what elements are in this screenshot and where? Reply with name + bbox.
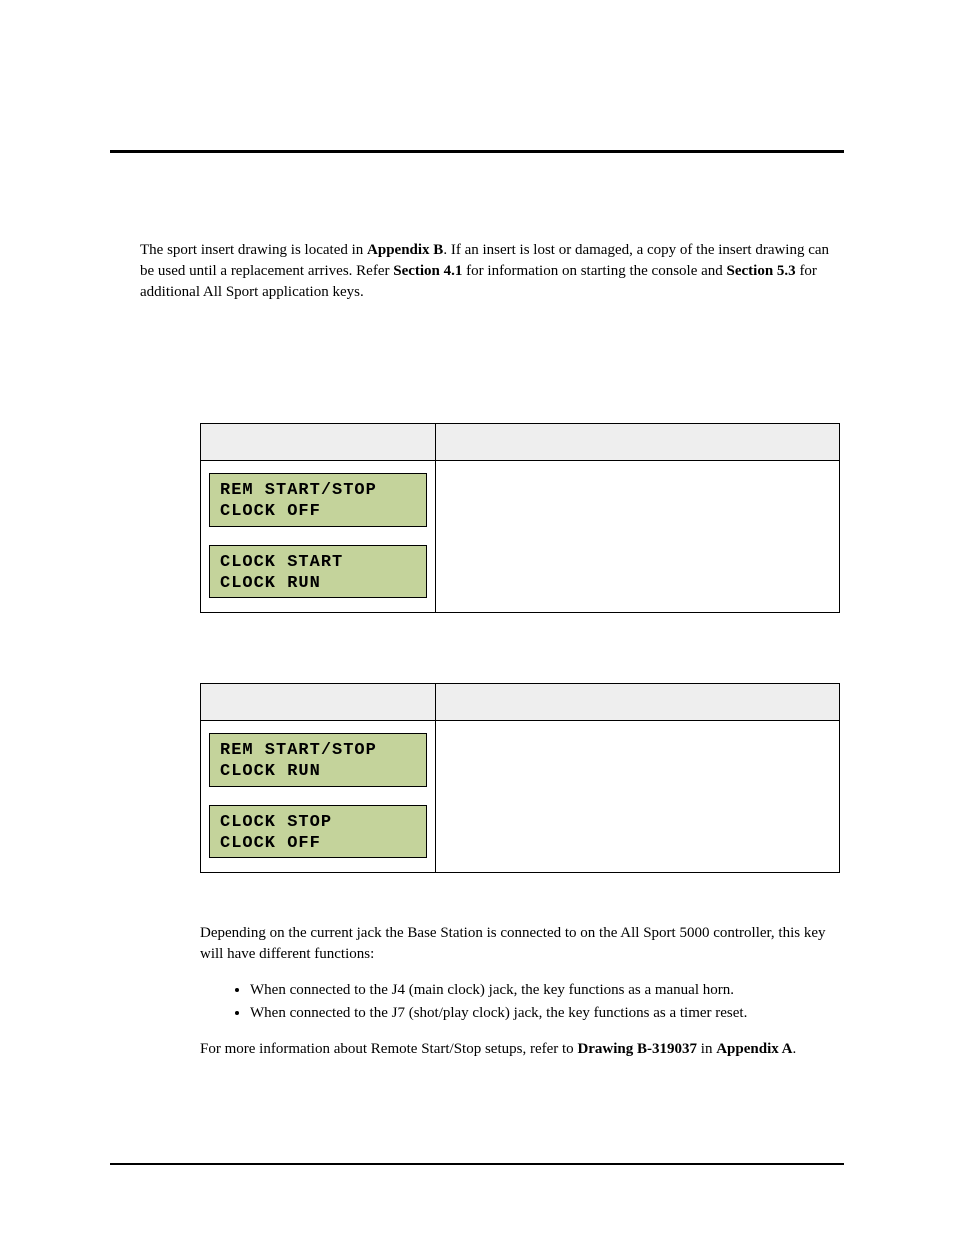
list-item: When connected to the J4 (main clock) ja… bbox=[250, 980, 840, 1001]
lcd-line: CLOCK STOP bbox=[220, 813, 332, 832]
top-rule bbox=[110, 150, 844, 153]
lcd-display: REM START/STOP CLOCK RUN bbox=[209, 733, 427, 787]
description-cell bbox=[436, 461, 840, 613]
intro-text: The sport insert drawing is located in bbox=[140, 242, 367, 258]
body-list: When connected to the J4 (main clock) ja… bbox=[230, 980, 840, 1024]
intro-bold-appendix-b: Appendix B bbox=[367, 242, 443, 258]
lcd-table-1: REM START/STOP CLOCK OFF CLOCK START CLO… bbox=[200, 423, 840, 613]
lcd-line: CLOCK OFF bbox=[220, 834, 321, 853]
body-paragraph: For more information about Remote Start/… bbox=[200, 1039, 840, 1060]
table-row bbox=[201, 424, 840, 461]
table-header-left bbox=[201, 424, 436, 461]
intro-bold-section-53: Section 5.3 bbox=[727, 263, 796, 279]
lcd-line: REM START/STOP bbox=[220, 481, 377, 500]
lcd-table-2: REM START/STOP CLOCK RUN CLOCK STOP CLOC… bbox=[200, 683, 840, 873]
intro-bold-section-41: Section 4.1 bbox=[393, 263, 462, 279]
lcd-display: CLOCK START CLOCK RUN bbox=[209, 545, 427, 599]
table-row bbox=[201, 684, 840, 721]
page-content: The sport insert drawing is located in A… bbox=[0, 0, 954, 1135]
bottom-rule bbox=[110, 1163, 844, 1165]
lcd-line: CLOCK OFF bbox=[220, 502, 321, 521]
lcd-line: CLOCK RUN bbox=[220, 574, 321, 593]
lcd-display: REM START/STOP CLOCK OFF bbox=[209, 473, 427, 527]
lcd-line: CLOCK RUN bbox=[220, 762, 321, 781]
body-text: For more information about Remote Start/… bbox=[200, 1041, 577, 1057]
list-item: When connected to the J7 (shot/play cloc… bbox=[250, 1003, 840, 1024]
body-bold-drawing: Drawing B-319037 bbox=[577, 1041, 697, 1057]
table-header-right bbox=[436, 684, 840, 721]
body-paragraph: Depending on the current jack the Base S… bbox=[200, 923, 840, 965]
table-row: REM START/STOP CLOCK OFF CLOCK START CLO… bbox=[201, 461, 840, 613]
intro-paragraph: The sport insert drawing is located in A… bbox=[140, 240, 844, 303]
lcd-line: CLOCK START bbox=[220, 553, 343, 572]
body-text: . bbox=[793, 1041, 797, 1057]
lcd-cell: REM START/STOP CLOCK RUN CLOCK STOP CLOC… bbox=[201, 721, 436, 873]
lcd-display: CLOCK STOP CLOCK OFF bbox=[209, 805, 427, 859]
body-text: in bbox=[697, 1041, 716, 1057]
table-header-left bbox=[201, 684, 436, 721]
table-header-right bbox=[436, 424, 840, 461]
table-row: REM START/STOP CLOCK RUN CLOCK STOP CLOC… bbox=[201, 721, 840, 873]
description-cell bbox=[436, 721, 840, 873]
lcd-line: REM START/STOP bbox=[220, 741, 377, 760]
lcd-cell: REM START/STOP CLOCK OFF CLOCK START CLO… bbox=[201, 461, 436, 613]
intro-text: for information on starting the console … bbox=[462, 263, 726, 279]
body-section: Depending on the current jack the Base S… bbox=[200, 923, 840, 1060]
body-bold-appendix-a: Appendix A bbox=[716, 1041, 792, 1057]
